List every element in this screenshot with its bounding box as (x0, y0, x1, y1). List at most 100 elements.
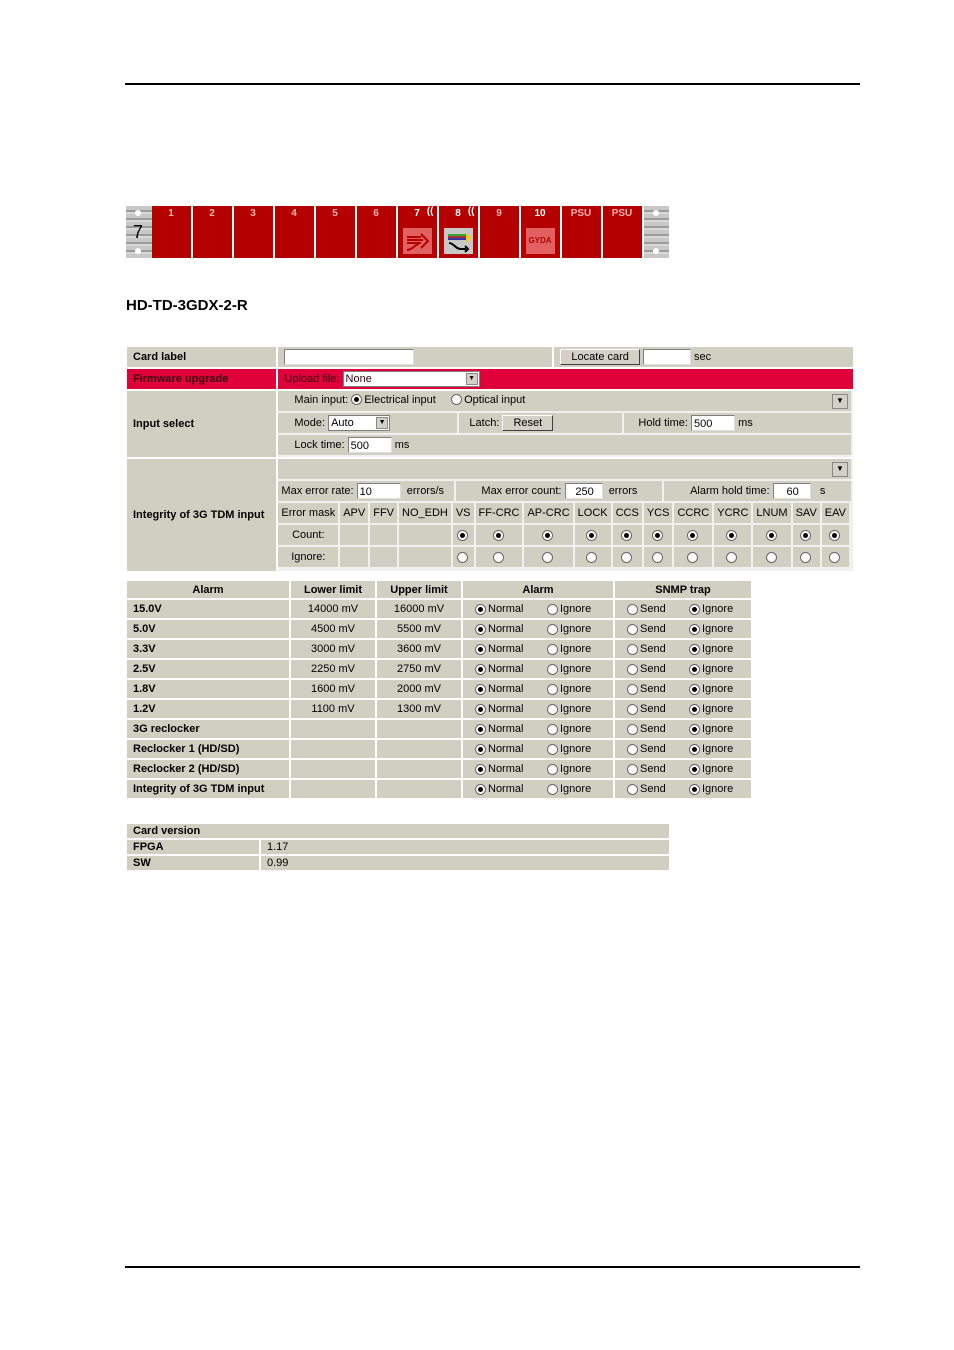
reset-button[interactable]: Reset (502, 415, 554, 431)
settings-table: Card label Locate card sec Firmware upgr… (125, 345, 855, 573)
alarm-normal-radio[interactable] (475, 763, 486, 775)
footer-rule (125, 1266, 860, 1268)
alarm-normal-radio[interactable] (475, 643, 486, 655)
card-label-label: Card label (127, 347, 277, 367)
alarm-ignore-radio[interactable] (547, 783, 558, 795)
alarm-name: Reclocker 2 (HD/SD) (127, 760, 289, 778)
rack-slot[interactable]: 1 (151, 206, 191, 258)
card-version-header: Card version (127, 824, 669, 838)
rack-slot[interactable]: PSU (561, 206, 601, 258)
mask-column-header: SAV (792, 503, 822, 525)
rack-slot[interactable]: 6 (356, 206, 396, 258)
snmp-send-radio[interactable] (627, 703, 638, 715)
snmp-send-radio[interactable] (627, 643, 638, 655)
upload-file-label: Upload file: (284, 372, 340, 385)
snmp-send-radio[interactable] (627, 783, 638, 795)
alarm-normal-radio[interactable] (475, 723, 486, 735)
alarm-ignore-radio[interactable] (547, 743, 558, 755)
mode-select[interactable]: Auto ▼ (328, 415, 391, 431)
alarm-ignore-radio[interactable] (547, 663, 558, 675)
alarm-row: Reclocker 2 (HD/SD) Normal Ignore Send Ignor… (127, 760, 751, 778)
rack-slot[interactable]: PSU (602, 206, 642, 258)
ignore-radio[interactable] (492, 551, 504, 563)
count-radio[interactable] (765, 529, 777, 541)
alarm-hold-input[interactable]: 60 (772, 483, 811, 499)
snmp-ignore-radio[interactable] (689, 763, 700, 775)
snmp-send-radio[interactable] (627, 723, 638, 735)
collapse-icon[interactable]: ▼ (832, 393, 848, 409)
ignore-radio[interactable] (651, 551, 663, 563)
optical-input-radio[interactable] (451, 394, 463, 406)
ignore-radio[interactable] (620, 551, 632, 563)
ignore-radio[interactable] (542, 551, 554, 563)
lock-time-input[interactable]: 500 (347, 437, 392, 453)
alarm-ignore-radio[interactable] (547, 623, 558, 635)
ignore-radio[interactable] (765, 551, 777, 563)
alarm-ignore-radio[interactable] (547, 643, 558, 655)
max-error-count-input[interactable]: 250 (564, 483, 603, 499)
upload-file-select[interactable]: None ▼ (342, 371, 480, 387)
rack-slot[interactable]: 5 (315, 206, 355, 258)
snmp-ignore-radio[interactable] (689, 683, 700, 695)
alarm-ignore-radio[interactable] (547, 703, 558, 715)
hold-time-input[interactable]: 500 (691, 415, 736, 431)
ignore-radio[interactable] (828, 551, 840, 563)
rack-slot[interactable]: 8(( (438, 206, 478, 258)
ignore-radio[interactable] (799, 551, 811, 563)
rack-slot[interactable]: 10 GYDA (520, 206, 560, 258)
rack-slot[interactable]: 2 (192, 206, 232, 258)
snmp-ignore-radio[interactable] (689, 603, 700, 615)
count-radio[interactable] (542, 529, 554, 541)
max-error-rate-input[interactable]: 10 (356, 483, 401, 499)
snmp-ignore-radio[interactable] (689, 703, 700, 715)
snmp-send-radio[interactable] (627, 683, 638, 695)
alarm-normal-radio[interactable] (475, 683, 486, 695)
alarm-ignore-radio[interactable] (547, 683, 558, 695)
ignore-radio[interactable] (686, 551, 698, 563)
alarm-normal-radio[interactable] (475, 603, 486, 615)
locate-seconds-input[interactable] (642, 349, 691, 365)
ignore-radio[interactable] (586, 551, 598, 563)
electrical-input-radio[interactable] (351, 394, 363, 406)
hold-time-label: Hold time: (638, 416, 688, 429)
rack-slot[interactable]: 4 (274, 206, 314, 258)
rack-slot[interactable]: 3 (233, 206, 273, 258)
snmp-ignore-radio[interactable] (689, 743, 700, 755)
alarm-normal-radio[interactable] (475, 623, 486, 635)
snmp-send-radio[interactable] (627, 603, 638, 615)
count-radio[interactable] (799, 529, 811, 541)
locate-card-button[interactable]: Locate card (560, 349, 640, 365)
rack-slot[interactable]: 7(( (397, 206, 437, 258)
count-radio[interactable] (492, 529, 504, 541)
count-radio[interactable] (726, 529, 738, 541)
snmp-send-radio[interactable] (627, 763, 638, 775)
snmp-ignore-radio[interactable] (689, 643, 700, 655)
alarm-normal-radio[interactable] (475, 663, 486, 675)
snmp-ignore-radio[interactable] (689, 723, 700, 735)
snmp-send-radio[interactable] (627, 743, 638, 755)
card-label-input[interactable] (284, 349, 415, 365)
snmp-ignore-radio[interactable] (689, 623, 700, 635)
collapse-icon[interactable]: ▼ (832, 461, 848, 477)
rack-slot[interactable]: 9 (479, 206, 519, 258)
count-radio[interactable] (456, 529, 468, 541)
snmp-send-radio[interactable] (627, 623, 638, 635)
arrow-card-icon (402, 228, 432, 254)
snmp-ignore-radio[interactable] (689, 663, 700, 675)
alarm-ignore-radio[interactable] (547, 763, 558, 775)
count-radio[interactable] (620, 529, 632, 541)
count-radio[interactable] (828, 529, 840, 541)
ignore-radio[interactable] (726, 551, 738, 563)
alarm-normal-radio[interactable] (475, 703, 486, 715)
snmp-ignore-radio[interactable] (689, 783, 700, 795)
alarm-ignore-radio[interactable] (547, 723, 558, 735)
count-radio[interactable] (686, 529, 698, 541)
snmp-send-radio[interactable] (627, 663, 638, 675)
alarm-ignore-radio[interactable] (547, 603, 558, 615)
lower-limit (291, 720, 375, 738)
ignore-radio[interactable] (456, 551, 468, 563)
count-radio[interactable] (651, 529, 663, 541)
alarm-normal-radio[interactable] (475, 783, 486, 795)
count-radio[interactable] (586, 529, 598, 541)
alarm-normal-radio[interactable] (475, 743, 486, 755)
